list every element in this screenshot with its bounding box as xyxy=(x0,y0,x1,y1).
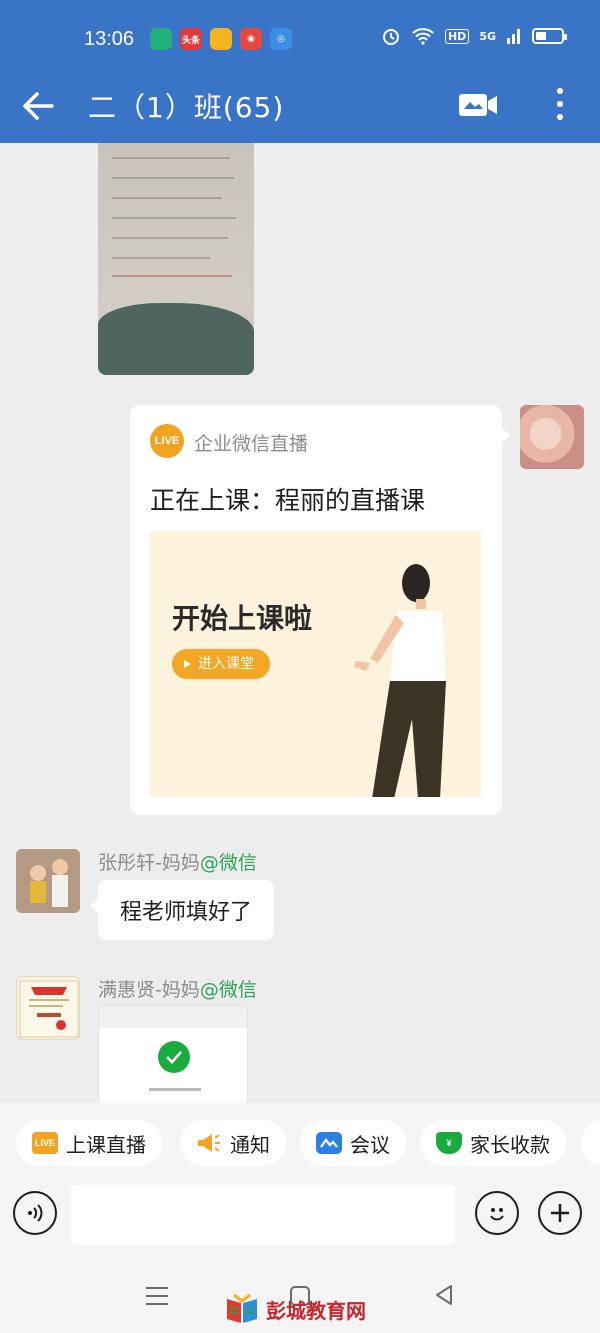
emoji-icon xyxy=(490,1208,504,1221)
certificate-avatar xyxy=(19,980,79,1038)
sender-name: 满惠贤-妈妈@微信 xyxy=(98,975,257,1002)
nav-back-icon[interactable] xyxy=(432,1283,456,1307)
status-app-icons: 头条 ◉ ◎ xyxy=(150,28,292,50)
more-options-button[interactable] xyxy=(548,84,572,124)
text-message[interactable]: 程老师填好了 xyxy=(89,880,275,940)
voice-icon xyxy=(28,1204,43,1222)
blue-app-icon: ◎ xyxy=(270,28,292,50)
network-label: 5G xyxy=(479,29,496,43)
video-call-icon[interactable] xyxy=(458,92,498,118)
voice-button[interactable] xyxy=(13,1191,57,1235)
wechat-tag: @微信 xyxy=(199,852,257,874)
enter-classroom-button[interactable]: 进入课堂 xyxy=(172,649,270,679)
green-app-icon xyxy=(150,28,172,50)
add-button[interactable] xyxy=(538,1191,582,1235)
battery-icon xyxy=(532,28,567,44)
sender-name-text: 张彤轩-妈妈 xyxy=(98,852,200,874)
alarm-icon xyxy=(382,29,399,45)
emoji-button[interactable] xyxy=(475,1191,519,1235)
plus-icon xyxy=(551,1204,569,1222)
chat-title: 二（1）班(65) xyxy=(88,91,285,124)
more-dot xyxy=(557,114,563,120)
avatar[interactable] xyxy=(16,976,80,1040)
more-dot xyxy=(557,88,563,94)
chip-label: 通知 xyxy=(230,1132,270,1157)
children-photo xyxy=(16,849,80,913)
photo-fabric xyxy=(98,303,254,375)
avatar[interactable] xyxy=(520,405,584,469)
sender-name: 张彤轩-妈妈@微信 xyxy=(98,848,257,875)
more-chip[interactable] xyxy=(582,1120,600,1166)
signal-icon xyxy=(507,29,520,44)
yellow-app-icon xyxy=(210,28,232,50)
check-icon xyxy=(166,1051,182,1064)
recent-apps-button[interactable] xyxy=(146,1287,168,1305)
meeting-icon xyxy=(316,1132,342,1154)
payment-chip[interactable]: ¥ 家长收款 xyxy=(420,1120,566,1166)
live-icon: LIVE xyxy=(32,1132,58,1154)
avatar[interactable] xyxy=(16,849,80,913)
status-bar: 13:06 头条 ◉ ◎ HD 5G xyxy=(0,0,600,80)
quick-actions-bar: LIVE 上课直播 通知 会议 ¥ 家长收款 xyxy=(0,1103,600,1181)
weibo-icon: ◉ xyxy=(240,28,262,50)
wifi-icon xyxy=(412,28,434,45)
live-broadcast-card[interactable]: LIVE 企业微信直播 正在上课：程丽的直播课 开始上课啦 进入课堂 xyxy=(130,405,510,815)
live-class-chip[interactable]: LIVE 上课直播 xyxy=(16,1120,162,1166)
teacher-illustration xyxy=(354,564,446,797)
chip-label: 上课直播 xyxy=(66,1132,146,1157)
sender-name-text: 满惠贤-妈妈 xyxy=(98,979,200,1001)
top-bar: 13:06 头条 ◉ ◎ HD 5G 二（1）班(65) xyxy=(0,0,600,143)
chat-area[interactable]: LIVE 企业微信直播 正在上课：程丽的直播课 开始上课啦 进入课堂 张彤轩-妈 xyxy=(0,143,600,1103)
live-banner[interactable]: 开始上课啦 进入课堂 xyxy=(150,531,481,797)
chip-label: 家长收款 xyxy=(470,1132,550,1157)
live-badge: LIVE xyxy=(150,424,184,458)
live-card-title: 正在上课：程丽的直播课 xyxy=(150,486,426,515)
meeting-chip[interactable]: 会议 xyxy=(300,1120,406,1166)
megaphone-icon xyxy=(198,1134,220,1152)
watermark-logo: 彭城教育网 xyxy=(224,1293,366,1325)
more-dot xyxy=(557,101,563,107)
notice-chip[interactable]: 通知 xyxy=(180,1120,286,1166)
live-source-label: 企业微信直播 xyxy=(194,433,309,455)
screenshot-message[interactable] xyxy=(98,1005,248,1103)
status-time: 13:06 xyxy=(84,28,135,50)
homework-photo-paper xyxy=(98,143,254,313)
book-logo-icon xyxy=(227,1293,257,1323)
hd-badge: HD xyxy=(444,28,470,44)
photo-message[interactable] xyxy=(98,143,254,375)
payment-icon: ¥ xyxy=(436,1132,462,1154)
back-arrow-icon[interactable] xyxy=(18,86,58,126)
message-input[interactable] xyxy=(71,1185,455,1245)
title-bar: 二（1）班(65) xyxy=(0,80,600,143)
watermark-text: 彭城教育网 xyxy=(266,1298,366,1323)
system-nav-bar: 彭城教育网 xyxy=(0,1259,600,1333)
chip-label: 会议 xyxy=(350,1132,390,1157)
toutiao-icon: 头条 xyxy=(180,28,202,50)
wechat-tag: @微信 xyxy=(199,979,257,1001)
banner-heading: 开始上课啦 xyxy=(172,602,313,635)
status-indicators: HD 5G xyxy=(381,26,567,46)
input-bar xyxy=(0,1181,600,1259)
